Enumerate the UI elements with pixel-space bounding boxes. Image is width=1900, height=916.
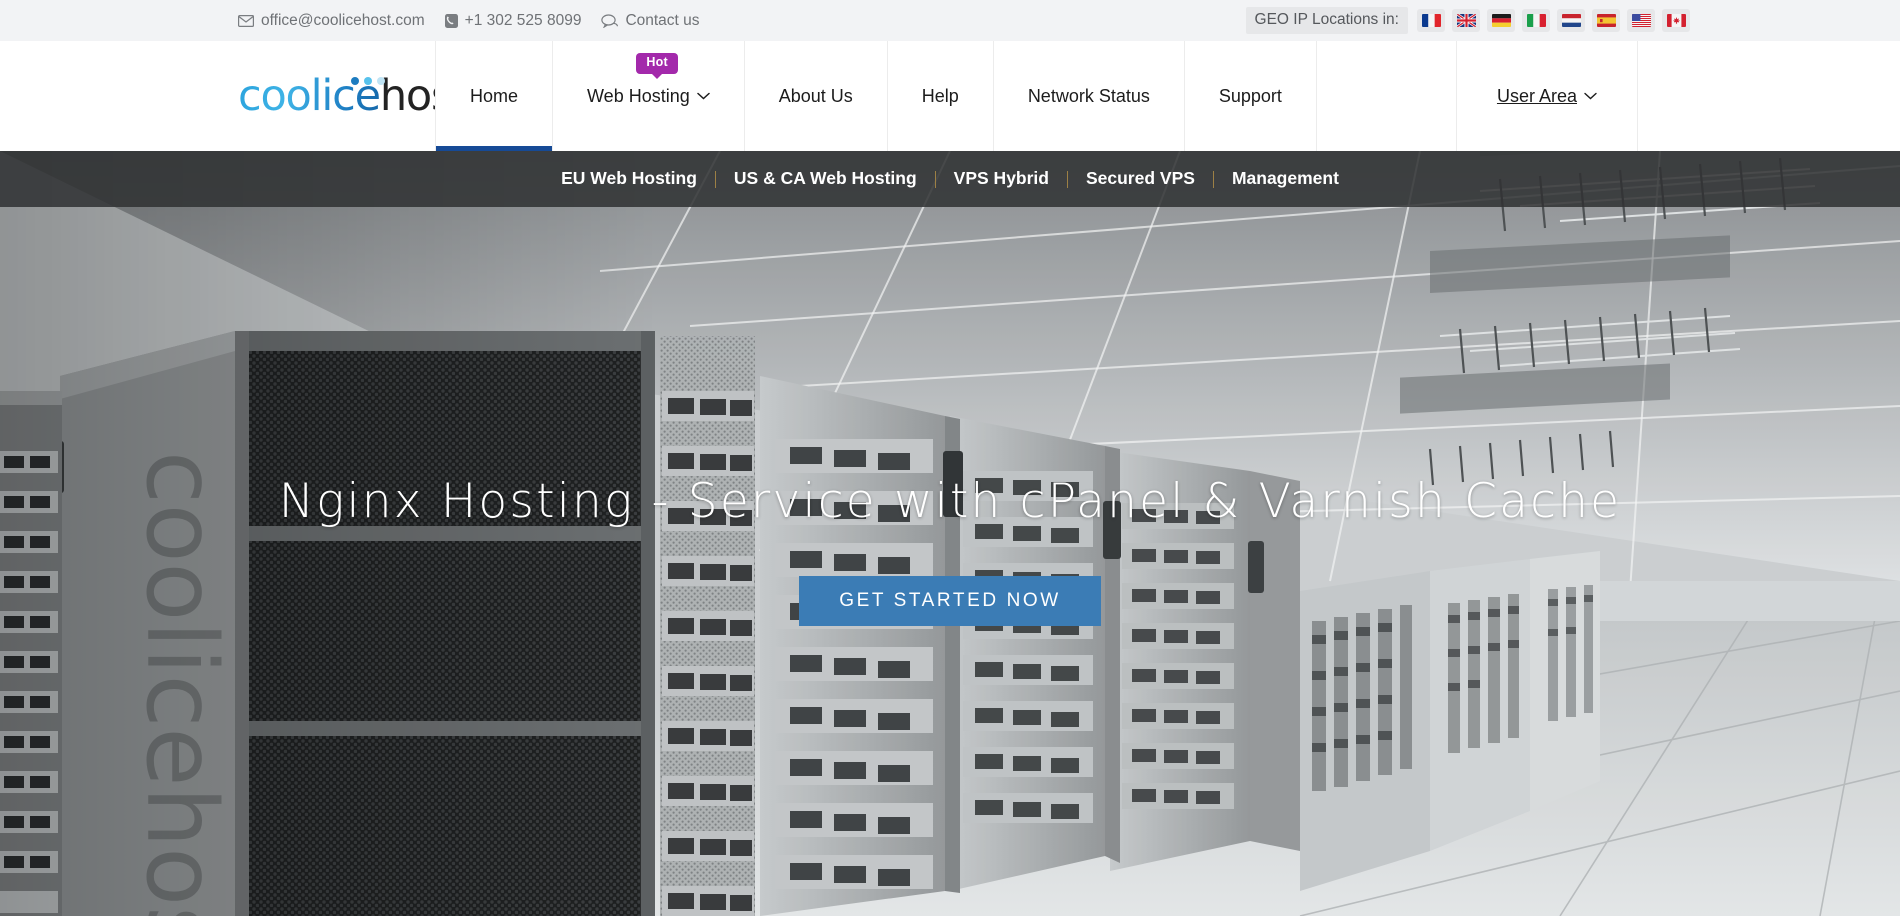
- nav-item-network-status[interactable]: Network Status: [992, 41, 1184, 151]
- united-states-flag: [1631, 13, 1651, 27]
- nav-label-support: Support: [1218, 85, 1282, 106]
- nav-label-web-hosting: Web Hosting: [587, 85, 690, 106]
- phone-link[interactable]: +1 302 525 8099: [444, 11, 582, 29]
- contact-us-text: Contact us: [625, 11, 700, 29]
- germany-flag-button[interactable]: [1487, 8, 1515, 32]
- envelope-icon: [238, 14, 254, 27]
- site-header: coolicehost Home Hot Web Hosting About U…: [0, 41, 1900, 151]
- geo-ip-label: GEO IP Locations in:: [1245, 7, 1408, 34]
- hero-title: Nginx Hosting - Service with cPanel & Va…: [278, 474, 1622, 530]
- nav-label-help: Help: [921, 85, 959, 106]
- italy-flag-button[interactable]: [1522, 8, 1550, 32]
- logo-dots-icon: [351, 76, 385, 85]
- chat-bubbles-icon: [601, 13, 619, 28]
- nav-item-user-area[interactable]: User Area: [1455, 41, 1638, 151]
- spain-flag: [1596, 13, 1616, 27]
- chevron-down-icon: [1584, 92, 1597, 100]
- geo-flag-list: [1417, 8, 1690, 32]
- united-kingdom-flag: [1456, 13, 1476, 27]
- nav-item-web-hosting[interactable]: Hot Web Hosting: [552, 41, 744, 151]
- nav-label-user-area: User Area: [1496, 85, 1577, 106]
- nav-item-home[interactable]: Home: [435, 41, 553, 151]
- italy-flag: [1526, 13, 1546, 27]
- nav-item-support[interactable]: Support: [1183, 41, 1316, 151]
- email-link[interactable]: office@coolicehost.com: [238, 13, 425, 29]
- united-kingdom-flag-button[interactable]: [1452, 8, 1480, 32]
- get-started-button[interactable]: GET STARTED NOW: [799, 575, 1101, 626]
- netherlands-flag: [1561, 13, 1581, 27]
- france-flag-button[interactable]: [1417, 8, 1445, 32]
- contact-us-link[interactable]: Contact us: [601, 11, 700, 29]
- logo-zone: coolicehost: [0, 41, 469, 151]
- phone-icon: [444, 13, 458, 28]
- chevron-down-icon: [696, 92, 710, 100]
- geo-ip-group: GEO IP Locations in:: [1245, 7, 1690, 34]
- spain-flag-button[interactable]: [1592, 8, 1620, 32]
- netherlands-flag-button[interactable]: [1557, 8, 1585, 32]
- canada-flag-button[interactable]: [1662, 8, 1690, 32]
- france-flag: [1421, 13, 1441, 27]
- canada-flag: [1666, 13, 1686, 27]
- utility-topbar: office@coolicehost.com +1 302 525 8099 C…: [0, 0, 1900, 41]
- hero-banner: coolicehost: [0, 151, 1900, 916]
- germany-flag: [1491, 13, 1511, 27]
- nav-item-about-us[interactable]: About Us: [743, 41, 887, 151]
- phone-text: +1 302 525 8099: [464, 11, 582, 29]
- nav-label-network-status: Network Status: [1027, 85, 1150, 106]
- topbar-contact-group: office@coolicehost.com +1 302 525 8099 C…: [238, 13, 700, 29]
- site-logo[interactable]: coolicehost: [238, 74, 469, 118]
- hot-badge: Hot: [636, 53, 678, 74]
- nav-label-about-us: About Us: [778, 85, 853, 106]
- united-states-flag-button[interactable]: [1627, 8, 1655, 32]
- main-navigation: Home Hot Web Hosting About Us Help Netwo…: [435, 41, 1900, 151]
- nav-item-help[interactable]: Help: [886, 41, 993, 151]
- nav-end-spacer: [1638, 41, 1900, 151]
- nav-label-home: Home: [470, 85, 519, 106]
- hero-content: Nginx Hosting - Service with cPanel & Va…: [0, 151, 1900, 916]
- nav-spacer: [1315, 41, 1456, 151]
- email-text: office@coolicehost.com: [261, 11, 425, 29]
